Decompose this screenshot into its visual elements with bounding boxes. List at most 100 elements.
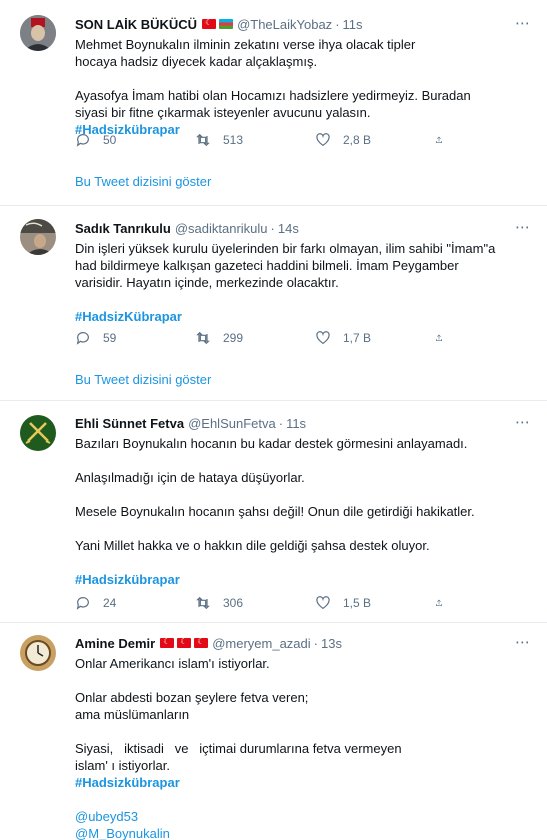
like-count: 1,5 B xyxy=(343,596,372,610)
like-count: 2,8 B xyxy=(343,133,372,147)
share-button[interactable] xyxy=(435,330,455,346)
more-options-icon[interactable]: ⋯ xyxy=(515,14,531,32)
reply-icon xyxy=(76,134,89,147)
like-button[interactable]: 2,8 B xyxy=(315,132,435,148)
crossed-swords-logo-icon xyxy=(20,415,56,451)
turkey-flag-icon xyxy=(160,638,175,648)
like-count: 1,7 B xyxy=(343,331,372,345)
share-button[interactable] xyxy=(435,132,455,148)
share-icon xyxy=(436,599,442,606)
turkey-flag-icon xyxy=(177,638,192,648)
more-options-icon[interactable]: ⋯ xyxy=(515,218,531,236)
reply-icon xyxy=(76,332,89,345)
avatar[interactable] xyxy=(20,219,56,255)
avatar-portrait-icon xyxy=(20,219,56,255)
share-button[interactable] xyxy=(435,595,455,611)
heart-icon xyxy=(316,133,330,147)
tweet-text: Mesele Boynukalın hocanın şahsı değil! O… xyxy=(75,504,475,519)
reply-button[interactable]: 59 xyxy=(75,330,195,346)
show-thread-link[interactable]: Bu Tweet dizisini göster xyxy=(75,372,211,387)
tweet-text: Ayasofya İmam hatibi olan Hocamızı hadsi… xyxy=(75,87,475,138)
retweet-button[interactable]: 299 xyxy=(195,330,315,346)
retweet-button[interactable]: 306 xyxy=(195,595,315,611)
tweet-text: Onlar Amerikancı islam'ı istiyorlar. xyxy=(75,656,270,671)
reply-button[interactable]: 24 xyxy=(75,595,195,611)
reply-count: 59 xyxy=(103,331,117,345)
author-name[interactable]: SON LAİK BÜKÜCÜ xyxy=(75,17,197,32)
tweet-feed: SON LAİK BÜKÜCÜ @TheLaikYobaz · 11s Mehm… xyxy=(0,0,547,840)
tweet-header: Amine Demir @meryem_azadi · 13s xyxy=(75,634,531,652)
tweet[interactable]: Ehli Sünnet Fetva @EhlSunFetva · 11s Baz… xyxy=(0,401,547,623)
tweet-time[interactable]: 14s xyxy=(278,221,299,236)
tweet[interactable]: SON LAİK BÜKÜCÜ @TheLaikYobaz · 11s Mehm… xyxy=(0,0,547,206)
avatar[interactable] xyxy=(20,415,56,451)
tweet-header: Ehli Sünnet Fetva @EhlSunFetva · 11s xyxy=(75,414,531,432)
author-handle[interactable]: @meryem_azadi xyxy=(212,636,310,651)
show-thread-link[interactable]: Bu Tweet dizisini göster xyxy=(75,174,211,189)
retweet-button[interactable]: 513 xyxy=(195,132,315,148)
tweet-actions: 59 299 1,7 B xyxy=(75,330,455,346)
avatar[interactable] xyxy=(20,15,56,51)
turkey-flag-icon xyxy=(194,638,209,648)
tweet-text: ama müslümanların xyxy=(75,707,190,722)
author-name[interactable]: Amine Demir xyxy=(75,636,155,651)
retweet-icon xyxy=(196,596,210,610)
tweet[interactable]: Amine Demir @meryem_azadi · 13s Onlar Am… xyxy=(0,623,547,840)
author-name[interactable]: Ehli Sünnet Fetva xyxy=(75,416,184,431)
separator-dot: · xyxy=(313,635,318,651)
share-icon xyxy=(436,136,442,143)
separator-dot: · xyxy=(335,16,340,32)
reply-button[interactable]: 50 xyxy=(75,132,195,148)
reply-icon xyxy=(76,597,89,610)
turkey-flag-icon xyxy=(202,19,217,29)
tweet-header: SON LAİK BÜKÜCÜ @TheLaikYobaz · 11s xyxy=(75,15,531,33)
tweet-text: Bazıları Boynukalın hocanın bu kadar des… xyxy=(75,436,468,451)
like-button[interactable]: 1,7 B xyxy=(315,330,435,346)
tweet-actions: 50 513 2,8 B xyxy=(75,132,455,148)
avatar-portrait-icon xyxy=(20,15,56,51)
tweet-time[interactable]: 13s xyxy=(321,636,342,651)
reply-count: 24 xyxy=(103,596,117,610)
hashtag-link[interactable]: #HadsizKübrapar xyxy=(75,308,531,325)
clock-avatar-icon xyxy=(20,635,56,671)
author-handle[interactable]: @sadiktanrikulu xyxy=(175,221,268,236)
tweet-text-segment: Ayasofya İmam hatibi olan Hocamızı hadsi… xyxy=(75,88,471,120)
like-button[interactable]: 1,5 B xyxy=(315,595,435,611)
more-options-icon[interactable]: ⋯ xyxy=(515,633,531,651)
tweet-text: Yani Millet hakka ve o hakkın dile geldi… xyxy=(75,538,430,553)
heart-icon xyxy=(316,331,330,345)
author-flags xyxy=(160,638,209,648)
reply-count: 50 xyxy=(103,133,117,147)
tweet-text: Onlar abdesti bozan şeylere fetva veren; xyxy=(75,690,309,705)
tweet-text: Siyasi, iktisadi ve içtimai durumlarına … xyxy=(75,741,402,756)
tweet-time[interactable]: 11s xyxy=(343,17,363,32)
hashtag-link[interactable]: #Hadsizkübrapar xyxy=(75,571,531,588)
mention-link[interactable]: @ubeyd53 xyxy=(75,808,531,825)
retweet-icon xyxy=(196,133,210,147)
hashtag-link[interactable]: #Hadsizkübrapar xyxy=(75,774,531,791)
tweet-text: Mehmet Boynukalın ilminin zekatını verse… xyxy=(75,37,416,69)
separator-dot: · xyxy=(278,415,284,431)
heart-icon xyxy=(316,596,330,610)
avatar[interactable] xyxy=(20,635,56,671)
tweet-time[interactable]: 11s xyxy=(286,416,306,431)
retweet-count: 299 xyxy=(223,331,244,345)
retweet-icon xyxy=(196,331,210,345)
author-handle[interactable]: @TheLaikYobaz xyxy=(237,17,332,32)
more-options-icon[interactable]: ⋯ xyxy=(515,413,531,431)
separator-dot: · xyxy=(270,220,275,236)
tweet-header: Sadık Tanrıkulu @sadiktanrikulu · 14s xyxy=(75,219,531,237)
tweet-actions: 24 306 1,5 B xyxy=(75,595,455,611)
author-name[interactable]: Sadık Tanrıkulu xyxy=(75,221,171,236)
azerbaijan-flag-icon xyxy=(219,19,234,29)
retweet-count: 306 xyxy=(223,596,244,610)
tweet[interactable]: Sadık Tanrıkulu @sadiktanrikulu · 14s Di… xyxy=(0,206,547,401)
tweet-text: Din işleri yüksek kurulu üyelerinden bir… xyxy=(75,241,496,290)
share-icon xyxy=(436,334,442,341)
tweet-text: Anlaşılmadığı için de hataya düşüyorlar. xyxy=(75,470,305,485)
author-flags xyxy=(202,19,234,29)
author-handle[interactable]: @EhlSunFetva xyxy=(188,416,276,431)
mention-link[interactable]: @M_Boynukalin xyxy=(75,825,531,840)
tweet-text: islam' ı istiyorlar. xyxy=(75,758,170,773)
retweet-count: 513 xyxy=(223,133,244,147)
